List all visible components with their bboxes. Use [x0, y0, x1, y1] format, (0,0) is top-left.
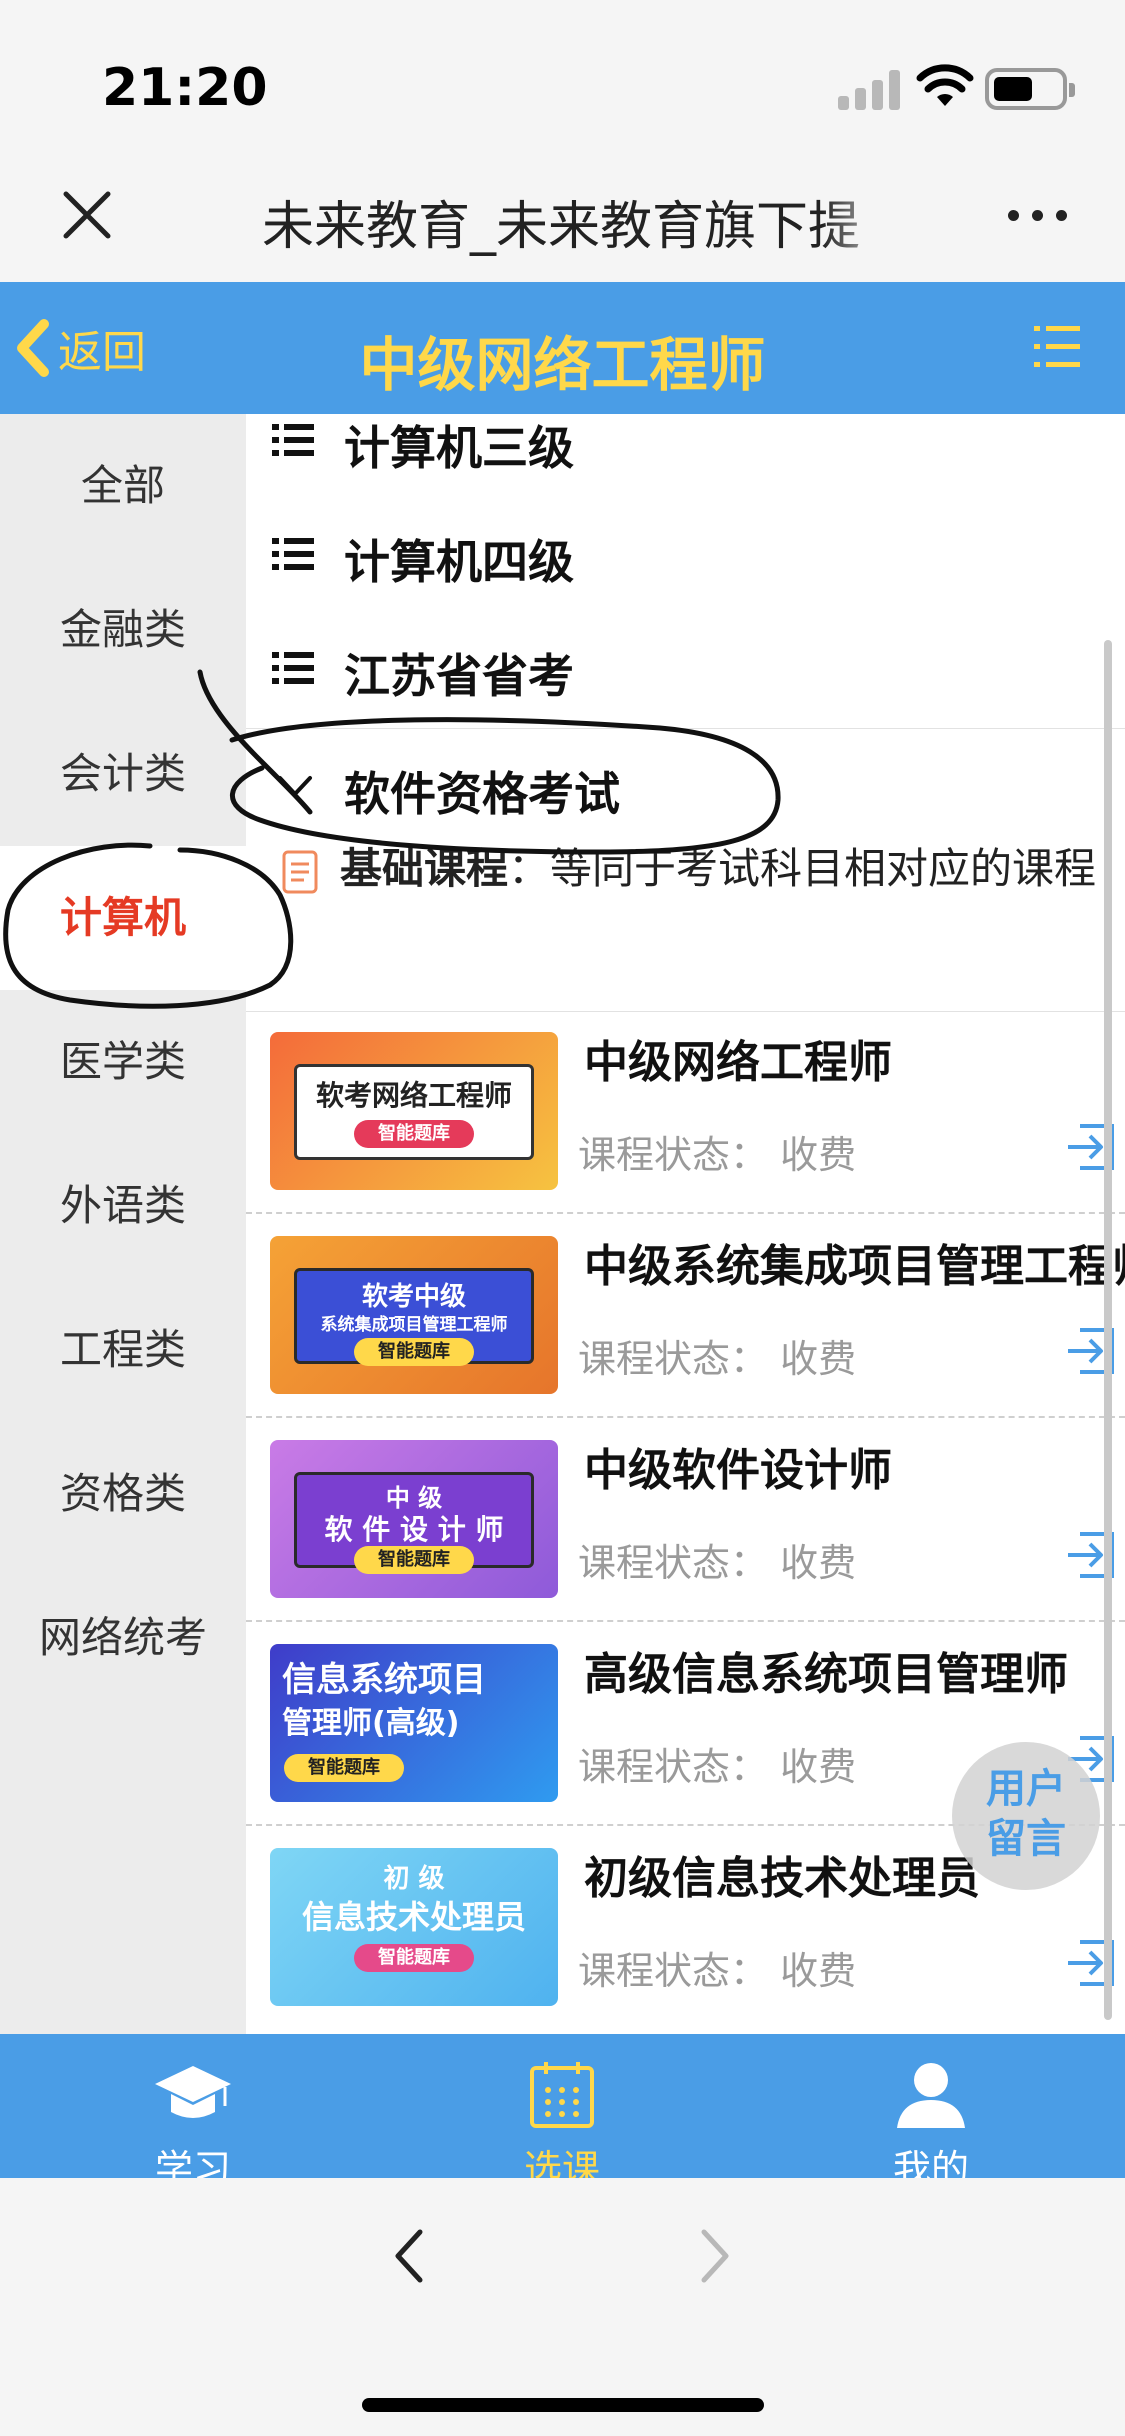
thumbnail-tag: 智能题库 — [354, 1944, 474, 1972]
course-thumbnail: 信息系统项目 管理师(高级) 智能题库 — [270, 1644, 558, 1802]
thumbnail-title: 初 级 — [383, 1864, 445, 1894]
tab-label: 选课 — [523, 2147, 600, 2178]
course-thumbnail: 软考网络工程师 智能题库 — [270, 1032, 558, 1190]
user-message-button[interactable]: 用户 留言 — [952, 1742, 1100, 1890]
category-label: 软件资格考试 — [344, 767, 620, 821]
thumbnail-subtitle: 系统集成项目管理工程师 — [320, 1315, 508, 1335]
tab-mine[interactable]: 我的 — [806, 2034, 1056, 2178]
course-thumbnail: 初 级 信息技术处理员 智能题库 — [270, 1848, 558, 2006]
float-button-line2: 留言 — [986, 1816, 1066, 1862]
course-name: 高级信息系统项目管理师 — [584, 1649, 1068, 1700]
app-screen: 21:20 未来教育_未来教育旗下提 返回 中级网络工程师 全部 金融类 会计类… — [0, 0, 1125, 2436]
list-icon — [272, 538, 314, 570]
category-row[interactable]: 计算机四级 — [246, 498, 1125, 612]
status-bar: 21:20 — [0, 0, 1125, 150]
browser-page-title: 未来教育_未来教育旗下提 — [262, 184, 902, 259]
sidebar-item-computer[interactable]: 计算机 — [0, 846, 246, 990]
close-icon[interactable] — [60, 188, 114, 242]
category-sidebar: 全部 金融类 会计类 计算机 医学类 外语类 工程类 资格类 网络统考 — [0, 414, 246, 2034]
dashed-divider — [246, 1416, 1125, 1418]
browser-forward-icon[interactable] — [694, 2228, 734, 2284]
course-status: 课程状态： 收费 — [578, 1133, 857, 1177]
battery-icon — [985, 68, 1075, 110]
tab-label: 我的 — [892, 2147, 969, 2178]
tab-label: 学习 — [154, 2147, 231, 2178]
float-button-line1: 用户 — [986, 1766, 1066, 1812]
category-label: 计算机四级 — [344, 535, 574, 589]
sidebar-item-finance[interactable]: 金融类 — [0, 558, 246, 702]
page-title: 中级网络工程师 — [359, 331, 766, 399]
document-icon — [282, 850, 318, 894]
thumbnail-title: 软考中级 — [361, 1282, 466, 1312]
category-label: 江苏省省考 — [344, 649, 574, 703]
category-label: 计算机三级 — [344, 421, 574, 475]
sidebar-item-online-exam[interactable]: 网络统考 — [0, 1566, 246, 1710]
sidebar-item-accounting[interactable]: 会计类 — [0, 702, 246, 846]
list-icon — [272, 652, 314, 684]
bottom-tab-bar: 学习 选课 我的 — [0, 2034, 1125, 2178]
category-row-expanded[interactable]: 软件资格考试 — [246, 730, 1125, 844]
user-icon — [897, 2063, 965, 2128]
scrollbar[interactable] — [1104, 640, 1112, 2020]
course-status: 课程状态： 收费 — [578, 1745, 857, 1789]
thumbnail-subtitle: 信息技术处理员 — [301, 1898, 526, 1936]
category-row[interactable]: 江苏省省考 — [246, 612, 1125, 726]
browser-back-icon[interactable] — [390, 2228, 430, 2284]
thumbnail-title: 信息系统项目 — [282, 1660, 486, 1700]
thumbnail-tag: 智能题库 — [284, 1754, 404, 1782]
more-options-icon[interactable] — [1008, 210, 1068, 222]
course-status: 课程状态： 收费 — [578, 1949, 857, 1993]
thumbnail-tag: 智能题库 — [354, 1120, 474, 1148]
basic-course-text: 基础课程：等同于考试科目相对应的课程 — [340, 838, 1110, 900]
basic-course-title: 基础课程 — [340, 844, 509, 893]
basic-course-note: 基础课程：等同于考试科目相对应的课程 — [246, 830, 1125, 960]
tab-study[interactable]: 学习 — [68, 2034, 318, 2178]
tab-course-select[interactable]: 选课 — [437, 2034, 687, 2178]
chevron-down-icon — [278, 776, 312, 796]
dashed-divider — [246, 1212, 1125, 1214]
category-row[interactable]: 计算机三级 — [246, 414, 1125, 498]
home-indicator — [362, 2398, 764, 2412]
status-time: 21:20 — [102, 58, 268, 118]
graduation-cap-icon — [155, 2066, 231, 2118]
course-item[interactable]: 软考网络工程师 智能题库 中级网络工程师 课程状态： 收费 — [246, 1012, 1125, 1216]
course-status: 课程状态： 收费 — [578, 1337, 857, 1381]
sidebar-item-medical[interactable]: 医学类 — [0, 990, 246, 1134]
course-item[interactable]: 软考中级 系统集成项目管理工程师 智能题库 中级系统集成项目管理工程师 课程状态… — [246, 1216, 1125, 1420]
list-icon — [272, 424, 314, 456]
thumbnail-title: 软考网络工程师 — [315, 1079, 512, 1112]
dashed-divider — [246, 1620, 1125, 1622]
sidebar-item-language[interactable]: 外语类 — [0, 1134, 246, 1278]
thumbnail-tag: 智能题库 — [354, 1338, 474, 1366]
app-header: 返回 中级网络工程师 — [0, 282, 1125, 414]
basic-course-desc: ：等同于考试科目相对应的课程 — [508, 844, 1097, 893]
thumbnail-subtitle: 软 件 设 计 师 — [324, 1513, 504, 1546]
course-name: 中级网络工程师 — [584, 1037, 892, 1088]
sidebar-item-all[interactable]: 全部 — [0, 414, 246, 558]
browser-nav-bar: 未来教育_未来教育旗下提 — [0, 150, 1125, 282]
course-thumbnail: 中 级 软 件 设 计 师 智能题库 — [270, 1440, 558, 1598]
course-status: 课程状态： 收费 — [578, 1541, 857, 1585]
course-item[interactable]: 中 级 软 件 设 计 师 智能题库 中级软件设计师 课程状态： 收费 — [246, 1420, 1125, 1624]
divider — [246, 728, 1125, 729]
thumbnail-tag: 智能题库 — [354, 1546, 474, 1574]
grid-calendar-icon — [530, 2062, 594, 2128]
wifi-icon — [916, 64, 974, 106]
cellular-signal-icon — [838, 70, 900, 110]
sidebar-item-engineering[interactable]: 工程类 — [0, 1278, 246, 1422]
thumbnail-subtitle: 管理师(高级) — [282, 1706, 460, 1741]
course-name: 中级软件设计师 — [584, 1445, 892, 1496]
list-menu-icon[interactable] — [1034, 322, 1080, 372]
course-name: 中级系统集成项目管理工程师 — [584, 1241, 1125, 1292]
course-thumbnail: 软考中级 系统集成项目管理工程师 智能题库 — [270, 1236, 558, 1394]
sidebar-item-qualification[interactable]: 资格类 — [0, 1422, 246, 1566]
